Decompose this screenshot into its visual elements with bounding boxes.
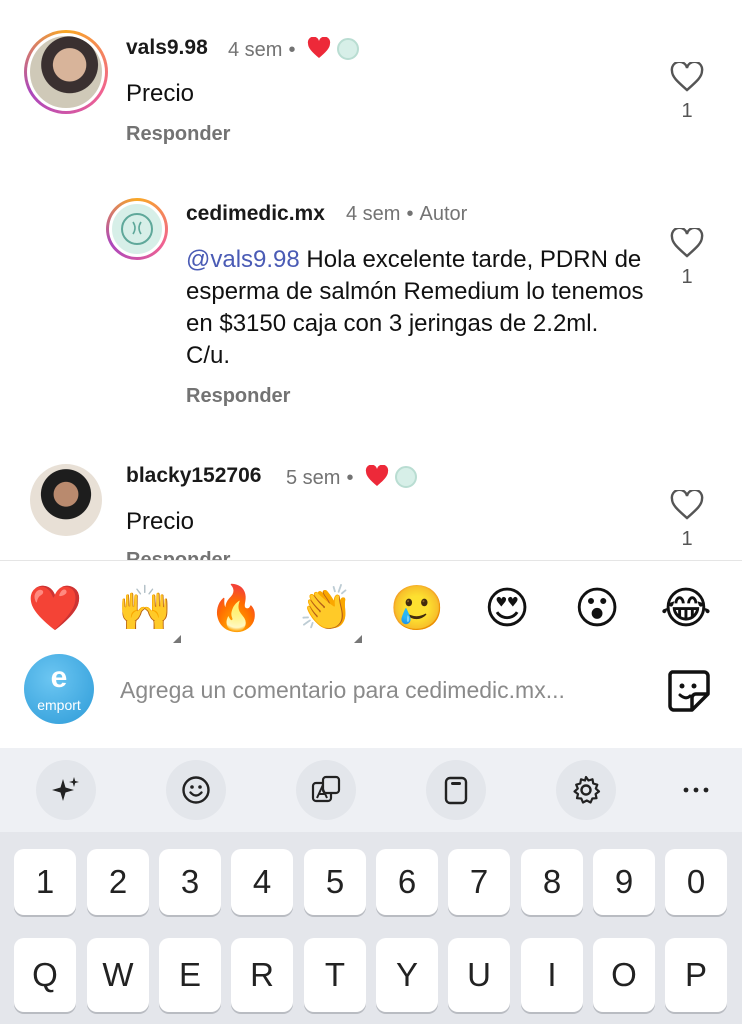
key-8[interactable]: 8 <box>521 849 583 915</box>
like-button[interactable]: 1 <box>667 490 707 551</box>
emoji-joy-button[interactable]: 😂 <box>658 581 714 637</box>
avatar-logo-word: emport <box>37 697 81 713</box>
comment-username[interactable]: cedimedic.mx <box>186 202 325 226</box>
key-w[interactable]: W <box>87 938 149 1012</box>
key-2[interactable]: 2 <box>87 849 149 915</box>
comment-composer: e emport <box>0 654 742 748</box>
key-1[interactable]: 1 <box>14 849 76 915</box>
avatar-logo-letter: e <box>50 661 68 694</box>
comment-username[interactable]: blacky152706 <box>126 464 261 488</box>
like-count: 1 <box>681 266 693 288</box>
like-count: 1 <box>681 528 693 550</box>
key-t[interactable]: T <box>304 938 366 1012</box>
comment-time: 4 sem <box>228 39 283 61</box>
emoji-surprised-button[interactable]: 😮 <box>569 581 625 637</box>
sticker-icon[interactable] <box>664 666 712 714</box>
heart-outline-icon[interactable] <box>670 490 704 520</box>
emoji-icon <box>182 776 210 804</box>
author-liked-heart-icon <box>366 465 389 486</box>
like-count: 1 <box>681 100 693 122</box>
avatar[interactable] <box>30 464 102 536</box>
author-label: Autor <box>419 203 468 225</box>
emoji-clap-button[interactable]: 👏 <box>298 581 362 643</box>
skin-tone-corner-icon <box>354 635 362 643</box>
key-i[interactable]: I <box>521 938 583 1012</box>
comment-text: Precio <box>126 508 195 535</box>
heart-outline-icon[interactable] <box>670 62 704 92</box>
key-4[interactable]: 4 <box>231 849 293 915</box>
emoji-keyboard-button[interactable] <box>166 760 226 820</box>
brand-logo-icon <box>121 213 153 245</box>
key-q[interactable]: Q <box>14 938 76 1012</box>
comment-text: @vals9.98 Hola excelente tarde, PDRN de … <box>186 244 646 372</box>
like-button[interactable]: 1 <box>667 228 707 289</box>
comments-list: vals9.98 4 sem • Precio Responder 1 cedim… <box>0 0 742 560</box>
avatar[interactable] <box>24 30 108 114</box>
author-badge-icon <box>395 466 418 488</box>
comment-input[interactable] <box>120 672 640 708</box>
clipboard-button[interactable] <box>426 760 486 820</box>
avatar[interactable] <box>106 198 168 260</box>
heart-outline-icon[interactable] <box>670 228 704 258</box>
like-button[interactable]: 1 <box>667 62 707 123</box>
key-3[interactable]: 3 <box>159 849 221 915</box>
translate-icon <box>311 775 341 803</box>
key-p[interactable]: P <box>665 938 727 1012</box>
emoji-heart-eyes-button[interactable]: 😍 <box>479 581 535 637</box>
comment-text: Precio <box>126 80 195 107</box>
more-icon <box>683 787 709 793</box>
keyboard-toolbar <box>0 748 742 832</box>
more-options-button[interactable] <box>666 760 726 820</box>
emoji-raising-hands-button[interactable]: 🙌 <box>117 581 181 643</box>
key-e[interactable]: E <box>159 938 221 1012</box>
key-u[interactable]: U <box>448 938 510 1012</box>
key-6[interactable]: 6 <box>376 849 438 915</box>
comment-meta: 4 sem • Autor <box>346 203 468 225</box>
comment-meta: 5 sem • <box>286 465 418 490</box>
emoji-smile-tear-button[interactable]: 🥲 <box>389 581 445 637</box>
comment-time: 5 sem <box>286 467 341 489</box>
emoji-clap: 👏 <box>298 583 354 634</box>
emoji-fire-button[interactable]: 🔥 <box>208 581 264 637</box>
key-o[interactable]: O <box>593 938 655 1012</box>
comment-username[interactable]: vals9.98 <box>126 36 208 60</box>
comment-meta: 4 sem • <box>228 37 360 62</box>
key-y[interactable]: Y <box>376 938 438 1012</box>
key-r[interactable]: R <box>231 938 293 1012</box>
key-9[interactable]: 9 <box>593 849 655 915</box>
clipboard-icon <box>444 776 468 805</box>
settings-icon <box>573 775 601 804</box>
author-liked-heart-icon <box>308 37 331 58</box>
key-5[interactable]: 5 <box>304 849 366 915</box>
comment-time: 4 sem <box>346 203 401 225</box>
skin-tone-corner-icon <box>173 635 181 643</box>
ai-sparkle-button[interactable] <box>36 760 96 820</box>
emoji-heart-button[interactable]: ❤️ <box>27 581 83 637</box>
sticker-button[interactable] <box>664 666 712 714</box>
reply-button[interactable]: Responder <box>126 549 230 560</box>
author-badge-icon <box>337 38 360 60</box>
reply-button[interactable]: Responder <box>186 385 290 408</box>
key-0[interactable]: 0 <box>665 849 727 915</box>
quick-emoji-bar: ❤️ 🙌 🔥 👏 🥲 😍 😮 😂 <box>0 560 742 654</box>
keyboard-keys: 1 2 3 4 5 6 7 8 9 0 Q W E R T Y U I O P <box>0 832 742 1024</box>
keyboard-settings-button[interactable] <box>556 760 616 820</box>
user-avatar[interactable]: e emport <box>24 654 94 724</box>
reply-button[interactable]: Responder <box>126 123 230 146</box>
key-7[interactable]: 7 <box>448 849 510 915</box>
translate-button[interactable] <box>296 760 356 820</box>
emoji-raising-hands: 🙌 <box>117 583 173 634</box>
mention-link[interactable]: @vals9.98 <box>186 246 300 273</box>
sparkle-icon <box>52 777 79 801</box>
